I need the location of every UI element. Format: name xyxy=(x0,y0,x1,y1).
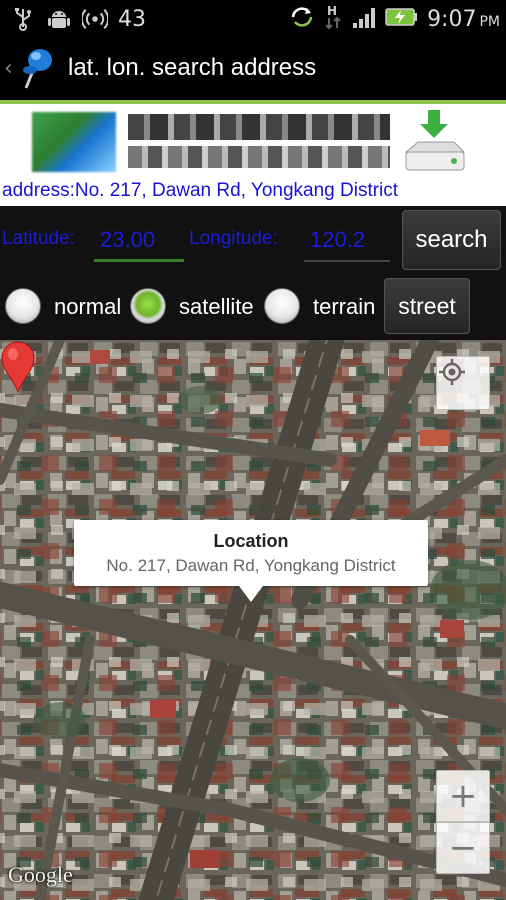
status-left: 43 xyxy=(10,6,146,32)
radio-satellite-label[interactable]: satellite xyxy=(179,294,254,320)
clock: 9:07 PM xyxy=(427,7,500,32)
zoom-out-button[interactable]: − xyxy=(436,822,490,874)
status-bar: 43 H 9:07 PM xyxy=(0,0,506,38)
satellite-map[interactable]: Location No. 217, Dawan Rd, Yongkang Dis… xyxy=(0,340,506,900)
back-chevron-icon[interactable]: ‹ xyxy=(4,56,13,81)
zoom-in-button[interactable]: + xyxy=(436,770,490,822)
radio-normal-label[interactable]: normal xyxy=(54,294,121,320)
hotspot-icon xyxy=(82,6,108,32)
radio-normal[interactable] xyxy=(5,288,41,324)
android-debug-icon xyxy=(46,6,72,32)
info-window-title: Location xyxy=(213,531,289,551)
latitude-label: Latitude: xyxy=(2,228,75,249)
search-button[interactable]: search xyxy=(402,210,501,270)
battery-charging-icon xyxy=(385,7,419,31)
longitude-label: Longitude: xyxy=(189,228,278,249)
info-window-address: No. 217, Dawan Rd, Yongkang District xyxy=(106,556,396,575)
ad-logo-pixelated xyxy=(32,112,116,172)
sync-icon xyxy=(289,5,315,33)
ad-text-pixelated-1 xyxy=(128,114,390,140)
map-pin-icon[interactable] xyxy=(16,46,56,90)
info-window-tail xyxy=(239,586,263,602)
clock-time: 9:07 xyxy=(427,6,477,32)
clock-ampm: PM xyxy=(479,13,500,30)
page-title: lat. lon. search address xyxy=(68,54,317,81)
ad-text-pixelated-2 xyxy=(128,146,390,168)
download-drive-icon xyxy=(398,108,470,174)
action-bar: ‹ lat. lon. search address xyxy=(0,38,506,100)
longitude-input[interactable]: 120.2 xyxy=(304,220,390,262)
ad-content[interactable] xyxy=(26,106,480,176)
coordinate-row: Latitude: 23.00 Longitude: 120.2 search xyxy=(0,206,506,272)
satellite-imagery xyxy=(0,340,506,900)
google-attribution: Google xyxy=(8,862,73,887)
crosshair-icon xyxy=(439,359,465,385)
radio-terrain[interactable] xyxy=(264,288,300,324)
status-right: H 9:07 PM xyxy=(289,4,500,34)
data-h-icon: H xyxy=(323,4,343,34)
latitude-input[interactable]: 23.00 xyxy=(94,220,184,262)
usb-icon xyxy=(10,6,36,32)
location-info-window[interactable]: Location No. 217, Dawan Rd, Yongkang Dis… xyxy=(74,520,428,602)
svg-text:H: H xyxy=(327,4,337,18)
ad-banner[interactable] xyxy=(0,104,506,178)
radio-terrain-label[interactable]: terrain xyxy=(313,294,375,320)
notification-count: 43 xyxy=(118,6,146,32)
radio-satellite[interactable] xyxy=(130,288,166,324)
location-marker-icon[interactable] xyxy=(0,340,36,394)
signal-icon xyxy=(351,5,377,33)
my-location-button[interactable] xyxy=(436,356,490,410)
street-button[interactable]: street xyxy=(384,278,470,334)
address-text: address:No. 217, Dawan Rd, Yongkang Dist… xyxy=(0,178,506,206)
map-type-row: normal satellite terrain street xyxy=(0,272,506,340)
